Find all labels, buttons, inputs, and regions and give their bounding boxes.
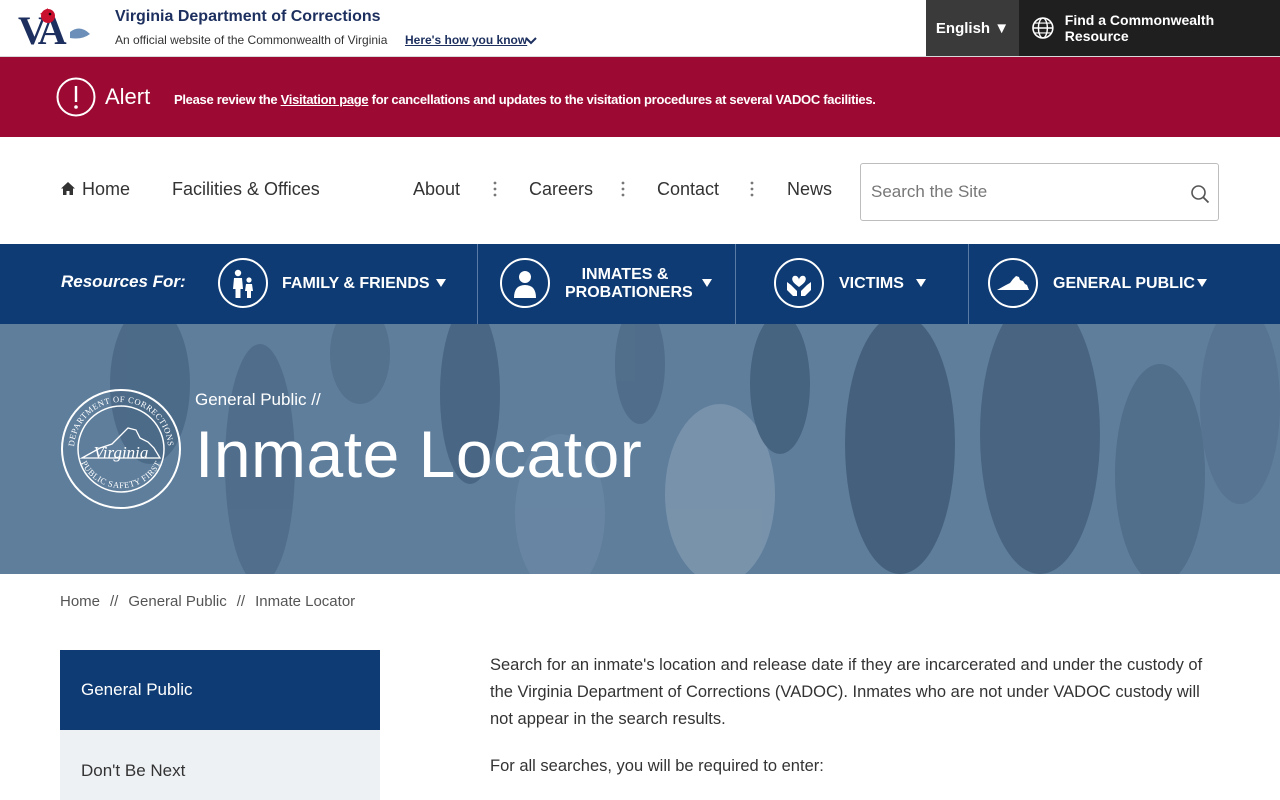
home-icon <box>61 182 75 195</box>
person-icon <box>500 258 550 308</box>
globe-icon <box>1032 17 1054 39</box>
heart-hands-icon <box>774 258 824 308</box>
site-search <box>860 163 1219 221</box>
resource-inmates-label: INMATES & PROBATIONERS <box>565 266 693 302</box>
resources-label: Resources For: <box>61 272 186 291</box>
breadcrumb-separator: // <box>236 593 246 610</box>
virginia-map-icon <box>988 258 1038 308</box>
resource-inmates-label-line2: PROBATIONERS <box>565 284 693 301</box>
site-subtitle: An official website of the Commonwealth … <box>115 33 388 47</box>
resource-victims-label: VICTIMS <box>839 275 904 292</box>
find-resource-label: Find a Commonwealth Resource <box>1064 12 1215 44</box>
nav-home-label: Home <box>82 179 131 199</box>
site-title[interactable]: Virginia Department of Corrections <box>115 8 381 26</box>
breadcrumb-home[interactable]: Home <box>60 593 100 610</box>
nav-about[interactable]: About <box>413 179 460 200</box>
nav-home[interactable]: Home <box>60 179 130 200</box>
alert-title: Alert <box>105 84 151 109</box>
alert-message: Please review the Visitation page for ca… <box>174 92 876 107</box>
kebab-icon <box>750 181 754 197</box>
family-icon <box>218 258 268 308</box>
breadcrumb-separator: // <box>110 593 119 610</box>
hero-section-label: General Public // <box>195 390 321 409</box>
resource-general-public-label: GENERAL PUBLIC <box>1053 275 1195 292</box>
page-title: Inmate Locator <box>195 417 643 491</box>
vadoc-logo[interactable]: VA <box>18 4 94 48</box>
requirements-paragraph: For all searches, you will be required t… <box>490 757 824 775</box>
alert-message-suffix: for cancellations and updates to the vis… <box>368 92 876 107</box>
resource-general-public[interactable]: GENERAL PUBLIC <box>969 244 1280 324</box>
find-resource-button[interactable]: Find a Commonwealth Resource <box>1019 0 1280 56</box>
breadcrumb: Home // General Public // Inmate Locator <box>60 593 355 610</box>
nav-news[interactable]: News <box>787 179 832 200</box>
resource-inmates-label-line1: INMATES & <box>581 266 669 283</box>
caret-down-icon <box>436 279 446 287</box>
hero-banner: DEPARTMENT OF CORRECTIONS PUBLIC SAFETY … <box>0 324 1280 574</box>
visitation-page-link[interactable]: Visitation page <box>281 92 369 107</box>
main-content: Search for an inmate's location and rele… <box>490 652 1220 800</box>
search-input[interactable] <box>871 178 1171 206</box>
breadcrumb-general-public[interactable]: General Public <box>128 593 226 610</box>
seal-text-top: DEPARTMENT OF CORRECTIONS <box>66 394 175 447</box>
resource-family-friends[interactable]: FAMILY & FRIENDS <box>200 244 477 324</box>
resource-victims[interactable]: VICTIMS <box>736 244 968 324</box>
resource-family-friends-label: FAMILY & FRIENDS <box>282 275 430 292</box>
vadoc-seal-logo: DEPARTMENT OF CORRECTIONS PUBLIC SAFETY … <box>61 389 181 509</box>
language-selector[interactable]: English ▼ <box>926 0 1019 56</box>
svg-text:PUBLIC SAFETY FIRST: PUBLIC SAFETY FIRST <box>79 459 162 491</box>
nav-contact[interactable]: Contact <box>657 179 719 200</box>
seal-text-bottom: PUBLIC SAFETY FIRST <box>79 459 162 491</box>
main-nav: Home Facilities & Offices About Careers … <box>0 137 1280 244</box>
sidebar-heading[interactable]: General Public <box>60 650 380 730</box>
alert-message-prefix: Please review the <box>174 92 281 107</box>
caret-down-icon <box>702 279 712 287</box>
how-you-know-link[interactable]: Here's how you know <box>405 33 527 47</box>
search-icon[interactable] <box>1190 184 1210 204</box>
seal-center-text: Virginia <box>94 443 149 462</box>
exclamation-icon <box>56 77 96 117</box>
resource-inmates-probationers[interactable]: INMATES & PROBATIONERS <box>478 244 735 324</box>
breadcrumb-current: Inmate Locator <box>255 593 356 610</box>
resources-bar: Resources For: FAMILY & FRIENDS INMATES … <box>0 244 1280 324</box>
intro-paragraph: Search for an inmate's location and rele… <box>490 656 1203 728</box>
chevron-down-icon[interactable] <box>524 33 538 47</box>
kebab-icon <box>621 181 625 197</box>
alert-banner: Alert Please review the Visitation page … <box>0 57 1280 137</box>
commonwealth-bar: VA Virginia Department of Corrections An… <box>0 0 1280 57</box>
nav-careers[interactable]: Careers <box>529 179 593 200</box>
nav-facilities[interactable]: Facilities & Offices <box>172 179 320 200</box>
kebab-icon <box>493 181 497 197</box>
svg-text:DEPARTMENT OF CORRECTIONS: DEPARTMENT OF CORRECTIONS <box>66 394 176 447</box>
caret-down-icon <box>1197 279 1207 287</box>
caret-down-icon <box>916 279 926 287</box>
sidebar-item-dont-be-next[interactable]: Don't Be Next <box>60 730 380 800</box>
